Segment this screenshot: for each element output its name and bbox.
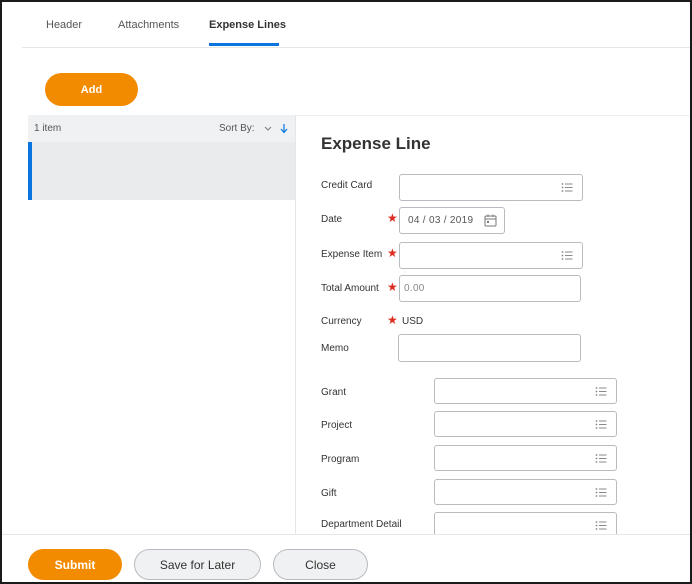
sort-down-arrow-icon[interactable] (280, 123, 288, 134)
total-amount-label: Total Amount (321, 283, 379, 294)
save-for-later-button[interactable]: Save for Later (134, 549, 261, 580)
expense-item-field[interactable] (399, 242, 583, 269)
prompt-list-icon[interactable] (561, 182, 573, 193)
tab-expense-lines[interactable]: Expense Lines (209, 19, 286, 31)
panel-divider (295, 115, 296, 535)
credit-card-field[interactable] (399, 174, 583, 201)
project-field[interactable] (434, 411, 617, 437)
tab-attachments[interactable]: Attachments (118, 19, 179, 31)
footer-action-bar: Submit Save for Later Close (2, 534, 690, 582)
tab-header[interactable]: Header (46, 19, 82, 31)
department-detail-label: Department Detail (321, 519, 402, 530)
date-field[interactable]: 04 / 03 / 2019 (399, 207, 505, 234)
memo-label: Memo (321, 343, 349, 354)
date-label: Date (321, 214, 343, 225)
required-marker: ★ (387, 246, 398, 260)
prompt-list-icon[interactable] (595, 419, 607, 430)
memo-field[interactable] (398, 334, 581, 362)
list-header: 1 item Sort By: (28, 115, 295, 142)
prompt-list-icon[interactable] (595, 453, 607, 464)
expense-report-window: Header Attachments Expense Lines Add 1 i… (0, 0, 692, 584)
required-marker: ★ (387, 211, 398, 225)
prompt-list-icon[interactable] (561, 250, 573, 261)
prompt-list-icon[interactable] (595, 520, 607, 531)
submit-button[interactable]: Submit (28, 549, 122, 580)
prompt-list-icon[interactable] (595, 386, 607, 397)
grant-label: Grant (321, 387, 347, 398)
date-value[interactable]: 04 / 03 / 2019 (408, 215, 473, 226)
form-top-divider (296, 115, 690, 116)
list-item[interactable] (28, 142, 295, 200)
calendar-icon[interactable] (484, 214, 497, 227)
active-tab-indicator (209, 43, 279, 46)
gift-field[interactable] (434, 479, 617, 505)
add-button[interactable]: Add (45, 73, 138, 106)
required-marker: ★ (387, 313, 398, 327)
program-field[interactable] (434, 445, 617, 471)
total-amount-placeholder[interactable]: 0.00 (404, 283, 425, 294)
item-count: 1 item (34, 123, 62, 134)
project-label: Project (321, 420, 353, 431)
credit-card-label: Credit Card (321, 180, 373, 191)
chevron-down-icon[interactable] (264, 124, 272, 132)
required-marker: ★ (387, 280, 398, 294)
total-amount-field[interactable]: 0.00 (399, 275, 581, 302)
sort-by-label[interactable]: Sort By: (219, 123, 255, 134)
gift-label: Gift (321, 488, 337, 499)
expense-item-label: Expense Item (321, 249, 383, 260)
currency-label: Currency (321, 316, 362, 327)
currency-value: USD (402, 316, 424, 327)
program-label: Program (321, 454, 360, 465)
grant-field[interactable] (434, 378, 617, 404)
prompt-list-icon[interactable] (595, 487, 607, 498)
tab-bar: Header Attachments Expense Lines (22, 2, 690, 48)
close-button[interactable]: Close (273, 549, 368, 580)
form-title: Expense Line (321, 134, 431, 153)
